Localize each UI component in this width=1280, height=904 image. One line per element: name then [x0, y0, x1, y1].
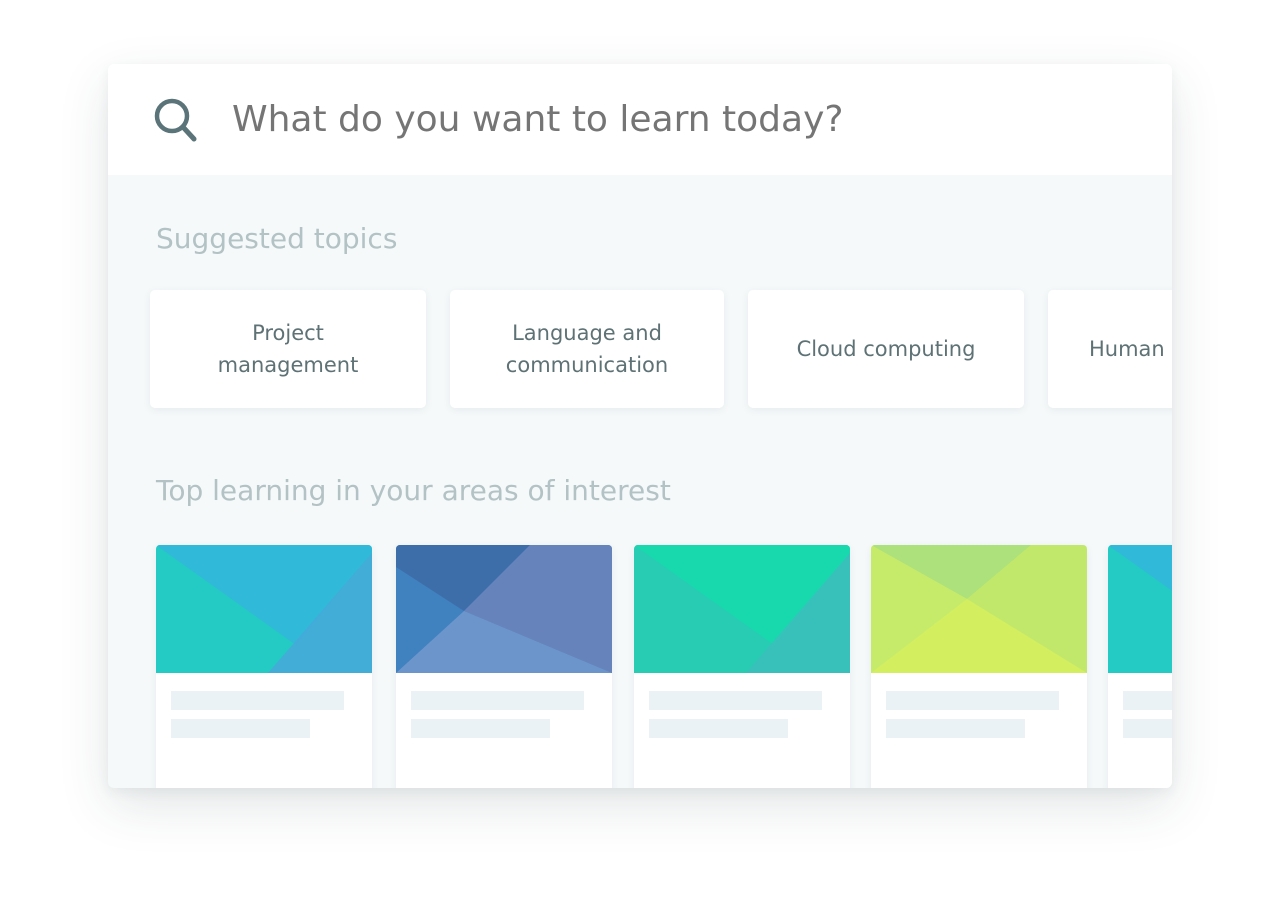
suggested-topics-heading: Suggested topics — [156, 222, 398, 255]
course-title-placeholder — [171, 691, 344, 710]
topic-label: Cloud computing — [796, 337, 976, 361]
course-card[interactable] — [156, 545, 372, 788]
search-input[interactable] — [232, 86, 1132, 152]
course-title-placeholder — [1123, 691, 1172, 710]
course-title-placeholder — [886, 691, 1059, 710]
course-subtitle-placeholder — [171, 719, 310, 738]
course-card[interactable] — [871, 545, 1087, 788]
topic-label: Project management — [217, 321, 359, 377]
course-title-placeholder — [411, 691, 584, 710]
course-thumbnail — [156, 545, 372, 673]
course-thumbnail — [871, 545, 1087, 673]
topic-card-cloud-computing[interactable]: Cloud computing — [748, 290, 1024, 408]
course-card[interactable] — [396, 545, 612, 788]
topic-card-human[interactable]: Human — [1048, 290, 1172, 408]
course-thumbnail — [1108, 545, 1172, 673]
course-thumbnail — [396, 545, 612, 673]
topic-card-project-management[interactable]: Project management — [150, 290, 426, 408]
course-title-placeholder — [649, 691, 822, 710]
topic-card-language-communication[interactable]: Language and communication — [450, 290, 724, 408]
topic-label: Language and communication — [505, 321, 669, 377]
course-subtitle-placeholder — [1123, 719, 1172, 738]
search-panel: Suggested topics Project management Lang… — [108, 64, 1172, 788]
areas-of-interest-heading: Top learning in your areas of interest — [156, 474, 671, 507]
search-icon[interactable] — [152, 97, 200, 145]
course-card[interactable] — [634, 545, 850, 788]
topic-label: Human — [1089, 337, 1165, 361]
course-thumbnail — [634, 545, 850, 673]
course-subtitle-placeholder — [411, 719, 550, 738]
course-subtitle-placeholder — [886, 719, 1025, 738]
course-card[interactable] — [1108, 545, 1172, 788]
course-subtitle-placeholder — [649, 719, 788, 738]
search-bar — [108, 64, 1172, 175]
